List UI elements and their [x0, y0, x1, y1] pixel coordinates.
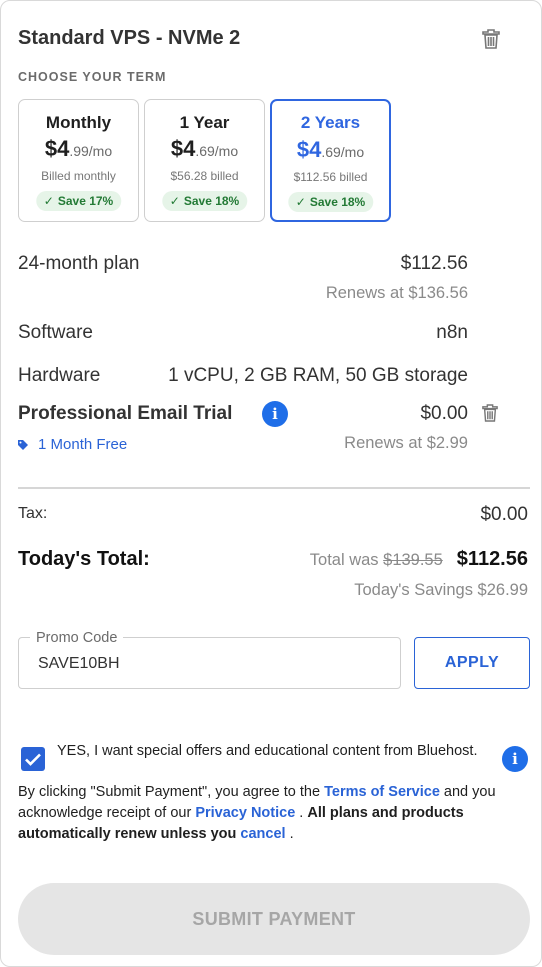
divider: [18, 487, 530, 489]
submit-payment-button[interactable]: SUBMIT PAYMENT: [18, 883, 530, 955]
term-option-1-year[interactable]: 1 Year $4.69/mo $56.28 billed ✓ Save 18%: [144, 99, 265, 222]
checkout-card: Standard VPS - NVMe 2 CHOOSE YOUR TERM M…: [0, 0, 542, 967]
term-option-monthly[interactable]: Monthly $4.99/mo Billed monthly ✓ Save 17…: [18, 99, 139, 222]
check-icon: ✓: [169, 194, 180, 208]
remove-email-trash-icon[interactable]: [482, 404, 498, 422]
email-info-icon[interactable]: i: [262, 401, 288, 427]
save-badge: ✓ Save 17%: [35, 191, 122, 211]
check-icon: ✓: [43, 194, 54, 208]
check-icon: ✓: [295, 195, 306, 209]
save-badge: ✓ Save 18%: [161, 191, 248, 211]
total-was-value: $139.55: [383, 551, 443, 569]
promo-code-value[interactable]: SAVE10BH: [38, 655, 120, 673]
special-offers-text: YES, I want special offers and education…: [57, 743, 478, 759]
terms-of-service-link[interactable]: Terms of Service: [324, 784, 440, 800]
cancel-link[interactable]: cancel: [240, 826, 285, 842]
term-billed: Billed monthly: [41, 169, 116, 183]
tax-label: Tax:: [18, 505, 48, 522]
plan-label: 24-month plan: [18, 253, 140, 274]
hardware-value: 1 vCPU, 2 GB RAM, 50 GB storage: [168, 365, 468, 386]
remove-product-trash-icon[interactable]: [482, 29, 500, 49]
tag-icon: [18, 437, 28, 450]
term-name: 2 Years: [300, 113, 361, 132]
email-trial-label: Professional Email Trial: [18, 403, 233, 424]
special-offers-checkbox[interactable]: [21, 747, 45, 771]
todays-total-values: Total was $139.55 $112.56: [310, 548, 528, 571]
term-billed: $112.56 billed: [293, 170, 368, 184]
promo-code-label: Promo Code: [30, 630, 124, 646]
apply-button[interactable]: APPLY: [414, 637, 530, 689]
term-option-2-years[interactable]: 2 Years $4.69/mo $112.56 billed ✓ Save 18…: [270, 99, 391, 222]
tax-value: $0.00: [480, 504, 528, 525]
software-value: n8n: [436, 322, 468, 343]
term-name: Monthly: [45, 113, 112, 132]
term-price: $4.69/mo: [296, 137, 365, 162]
total-value: $112.56: [456, 548, 528, 570]
email-free-tag: 1 Month Free: [18, 436, 127, 453]
legal-text: By clicking "Submit Payment", you agree …: [18, 784, 496, 842]
software-label: Software: [18, 322, 93, 343]
todays-savings: Today's Savings $26.99: [354, 581, 528, 599]
term-price: $4.99/mo: [44, 136, 113, 161]
plan-renews: Renews at $136.56: [325, 284, 468, 302]
term-price: $4.69/mo: [170, 136, 239, 161]
privacy-notice-link[interactable]: Privacy Notice: [195, 805, 295, 821]
offers-info-icon[interactable]: i: [502, 746, 528, 772]
term-name: 1 Year: [179, 113, 230, 132]
plan-price: $112.56: [400, 253, 468, 274]
hardware-label: Hardware: [18, 365, 101, 386]
total-was-prefix: Total was: [309, 551, 384, 569]
save-badge: ✓ Save 18%: [287, 192, 374, 212]
product-title: Standard VPS - NVMe 2: [18, 27, 241, 49]
todays-total-label: Today's Total:: [18, 548, 150, 570]
email-renews: Renews at $2.99: [344, 434, 468, 452]
email-price: $0.00: [420, 403, 468, 424]
term-billed: $56.28 billed: [170, 169, 239, 183]
choose-term-label: CHOOSE YOUR TERM: [18, 70, 167, 84]
